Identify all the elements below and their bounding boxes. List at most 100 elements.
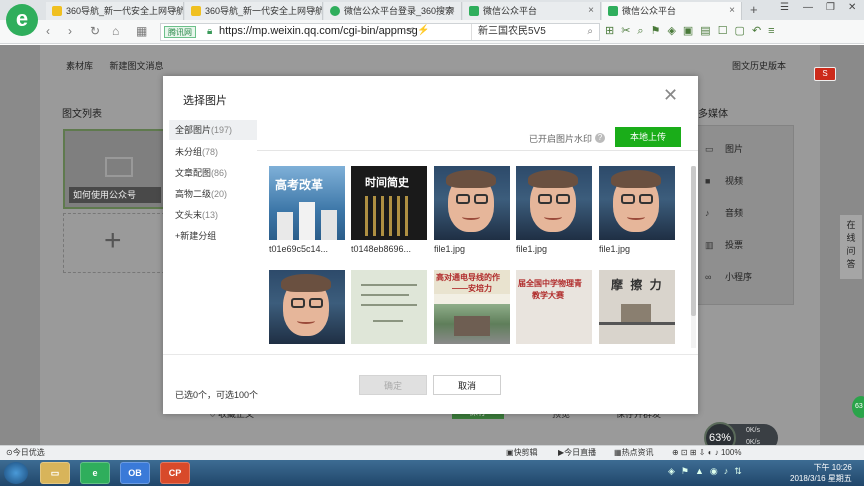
add-article-button[interactable]: + (63, 213, 165, 273)
apps-icon[interactable]: ▦ (136, 24, 147, 38)
system-tray[interactable]: ◈⚑▲◉♪⇅ (668, 466, 748, 477)
close-icon[interactable]: × (729, 2, 735, 20)
breadcrumb-item[interactable]: 素材库 (66, 61, 93, 71)
image-item[interactable]: 高考改革 t01e69c5c14... (269, 166, 345, 254)
refresh-icon[interactable]: ↻ (90, 24, 100, 38)
image-item[interactable] (351, 270, 427, 344)
image-item[interactable]: file1.jpg (599, 166, 675, 254)
group-count: (86) (211, 168, 228, 178)
mouth-shape (627, 214, 645, 220)
cover-text: ——安培力 (452, 284, 492, 293)
group-name: 文章配图 (175, 168, 212, 178)
text-line (361, 304, 417, 306)
forward-icon[interactable]: › (68, 24, 72, 38)
group-item-article[interactable]: 文章配图(86) (169, 163, 257, 183)
search-input[interactable]: 新三国农民5V5 ⌕ (471, 24, 599, 40)
toolbar-extensions[interactable]: ⊞✂⌕⚑◈▣▤☐▢↶≡ (605, 24, 782, 38)
image-name: file1.jpg (516, 244, 548, 254)
new-tab-button[interactable]: + (750, 2, 758, 17)
tab-wechat-search[interactable]: 微信公众平台登录_360搜索 × (324, 2, 462, 20)
upload-speed: 0K/s (746, 427, 761, 434)
floating-badge[interactable]: 63 (852, 396, 864, 418)
menu-icon[interactable]: ☰ (780, 2, 789, 13)
image-item[interactable]: file1.jpg (516, 166, 592, 254)
address-bar[interactable]: 腾讯网 🔒︎ https://mp.weixin.qq.com/cgi-bin/… (160, 23, 600, 41)
group-name: 未分组 (175, 147, 203, 157)
tab-wechat-mp-active[interactable]: 微信公众平台 × (602, 2, 742, 20)
image-item[interactable]: 高对通电导线的作 ——安培力 (434, 270, 510, 344)
live-link[interactable]: ▶ 今日直播 (558, 446, 596, 460)
image-placeholder-icon (105, 157, 133, 177)
restore-icon[interactable]: ❐ (826, 2, 835, 13)
divider (163, 354, 698, 355)
image-name: file1.jpg (434, 244, 466, 254)
media-label: 视频 (725, 176, 744, 186)
video-icon: ■ (705, 176, 711, 186)
ob-app[interactable]: OB (120, 462, 150, 484)
cover-text: 高考改革 (275, 178, 324, 192)
image-item[interactable]: 摩 擦 力 (599, 270, 675, 344)
quick-edit-link[interactable]: ▣ 快剪辑 (506, 446, 538, 460)
clock[interactable]: 下午 10:26 2018/3/16 星期五 (790, 462, 852, 484)
history-link[interactable]: 图文历史版本 (732, 59, 786, 72)
tab-360-nav-1[interactable]: 360导航_新一代安全上网导航 × (46, 2, 184, 20)
360-icon (52, 6, 62, 16)
confirm-button[interactable]: 确定 (359, 375, 427, 395)
glasses-shape (456, 194, 470, 204)
browser-logo[interactable]: e (6, 4, 38, 36)
group-item-all[interactable]: 全部图片(197) (169, 120, 257, 140)
minimize-icon[interactable]: — (803, 2, 813, 13)
image-item[interactable] (269, 270, 345, 344)
share-icon[interactable]: ⋖ ⚡ (406, 25, 430, 36)
article-card[interactable]: 如何使用公众号 (63, 129, 165, 209)
close-icon[interactable]: × (449, 2, 455, 20)
close-icon[interactable]: ✕ (663, 86, 678, 104)
media-item-miniprogram[interactable]: ∞ 小程序 (705, 270, 752, 283)
glasses-shape (538, 194, 552, 204)
group-item-physics[interactable]: 高物二级(20) (169, 184, 257, 204)
tab-wechat-mp[interactable]: 微信公众平台 × (463, 2, 601, 20)
cp-app[interactable]: CP (160, 462, 190, 484)
close-window-icon[interactable]: ✕ (848, 2, 856, 13)
news-link[interactable]: ▦ 热点资讯 (614, 446, 654, 460)
media-item-audio[interactable]: ♪ 音频 (705, 206, 743, 219)
close-icon[interactable]: × (171, 2, 177, 20)
image-name: t01e69c5c14... (269, 244, 329, 254)
search-icon[interactable]: ⌕ (587, 24, 593, 40)
media-item-video[interactable]: ■ 视频 (705, 174, 743, 187)
media-title: 多媒体 (698, 109, 728, 120)
tab-title: 微信公众平台 (483, 6, 538, 16)
image-item[interactable]: file1.jpg (434, 166, 510, 254)
statusbar-tools[interactable]: ⊕ ⊡ ⊞ ⇩ ◐ ♪ 100% (672, 446, 741, 460)
group-item-ungrouped[interactable]: 未分组(78) (169, 142, 257, 162)
image-item[interactable]: 届全国中学物理青 教学大赛 (516, 270, 592, 344)
local-upload-button[interactable]: 本地上传 (615, 127, 681, 147)
explorer-app[interactable]: ▭ (40, 462, 70, 484)
scrollbar-thumb[interactable] (691, 166, 696, 316)
close-icon[interactable]: × (588, 2, 594, 20)
online-qa-button[interactable]: 在 线 问 答 (840, 215, 862, 279)
safe-site-badge[interactable]: 腾讯网 (164, 26, 196, 38)
selection-count: 已选0个，可选100个 (175, 390, 259, 400)
cancel-button[interactable]: 取消 (433, 375, 501, 395)
close-icon[interactable]: × (310, 2, 316, 20)
s-badge-icon[interactable]: S (814, 67, 836, 81)
group-item-header[interactable]: 文头末(13) (169, 205, 257, 225)
media-item-image[interactable]: ▭ 图片 (705, 142, 743, 155)
browser-app[interactable]: e (80, 462, 110, 484)
plus-icon: + (104, 224, 122, 257)
media-item-vote[interactable]: ▥ 投票 (705, 238, 743, 251)
new-group-button[interactable]: +新建分组 (175, 229, 216, 242)
help-icon[interactable]: ? (595, 133, 605, 143)
start-button[interactable] (4, 462, 28, 484)
breadcrumb-item: 新建图文消息 (109, 61, 164, 71)
cover-shape (321, 210, 337, 240)
360-icon (191, 6, 201, 16)
home-icon[interactable]: ⌂ (112, 24, 119, 38)
ground-shape (599, 322, 675, 325)
url-text[interactable]: https://mp.weixin.qq.com/cgi-bin/appmsg (219, 25, 418, 37)
today-picks-link[interactable]: ⊙ 今日优选 (6, 446, 45, 460)
tab-360-nav-2[interactable]: 360导航_新一代安全上网导航 × (185, 2, 323, 20)
back-icon[interactable]: ‹ (46, 24, 50, 38)
image-item[interactable]: 时间简史 t0148eb8696... (351, 166, 427, 254)
